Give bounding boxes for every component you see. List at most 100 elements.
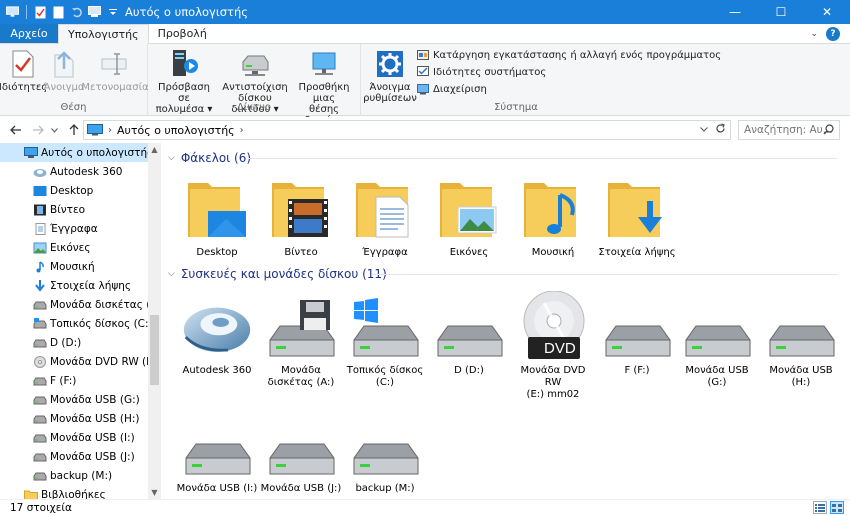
customize-qat-icon[interactable] — [106, 6, 119, 19]
chevron-down-icon[interactable]: ⌵ — [168, 153, 175, 163]
scroll-down-arrow[interactable]: ▼ — [148, 486, 161, 499]
sidebar-item-usb-h[interactable]: Μονάδα USB (H:) — [0, 409, 148, 428]
manage-button[interactable]: Διαχείριση — [417, 83, 487, 95]
sidebar-item-this-pc[interactable]: Αυτός ο υπολογιστής — [0, 143, 148, 162]
folder-documents[interactable]: Έγγραφα — [344, 173, 426, 259]
folder-videos[interactable]: Βίντεο — [260, 173, 342, 259]
refresh-icon — [716, 123, 725, 133]
folder-desktop[interactable]: Desktop — [176, 173, 258, 259]
undo-qat-icon[interactable] — [70, 6, 83, 19]
rename-button[interactable]: Μετονομασία — [81, 48, 149, 93]
device-usb-j[interactable]: Μονάδα USB (J:) — [260, 409, 342, 495]
sidebar-item-floppy[interactable]: Μονάδα δισκέτας (A:) — [0, 295, 148, 314]
drive-icon — [766, 291, 836, 363]
tab-computer[interactable]: Υπολογιστής — [58, 24, 149, 44]
recent-locations-button[interactable] — [48, 120, 60, 140]
device-usb-i[interactable]: Μονάδα USB (I:) — [176, 409, 258, 495]
maximize-button[interactable]: ☐ — [758, 0, 804, 24]
picture-icon — [33, 242, 47, 253]
minimize-button[interactable]: — — [712, 0, 758, 24]
device-local-disk-c[interactable]: Τοπικός δίσκος (C:) — [344, 291, 426, 389]
new-folder-qat-icon[interactable] — [52, 6, 65, 19]
windows-drive-icon — [33, 317, 47, 328]
window-icon[interactable] — [6, 6, 19, 19]
device-floppy-a[interactable]: Μονάδα δισκέτας (A:) — [260, 291, 342, 389]
group-header-devices[interactable]: ⌵ Συσκευές και μονάδες δίσκου (11) — [168, 264, 387, 284]
breadcrumb-separator-tail[interactable]: › — [240, 125, 244, 136]
downloads-folder-icon — [602, 173, 672, 245]
add-network-location-button[interactable]: Προσθήκη μιας θέσης δικτύου — [290, 48, 358, 126]
sidebar-item-libraries[interactable]: Βιβλιοθήκες — [0, 485, 148, 499]
sidebar-item-pictures[interactable]: Εικόνες — [0, 238, 148, 257]
quick-access-toolbar — [0, 5, 119, 19]
device-drive-f[interactable]: F (F:) — [596, 291, 678, 377]
videos-folder-icon — [266, 173, 336, 245]
device-usb-h[interactable]: Μονάδα USB (H:) — [760, 291, 842, 389]
sidebar-scroll-thumb[interactable] — [150, 315, 159, 385]
sidebar-item-desktop[interactable]: Desktop — [0, 181, 148, 200]
tab-file[interactable]: Αρχείο — [0, 24, 58, 43]
back-button[interactable] — [6, 120, 26, 140]
sidebar-item-usb-g[interactable]: Μονάδα USB (G:) — [0, 390, 148, 409]
sidebar-item-drive-f[interactable]: F (F:) — [0, 371, 148, 390]
sidebar-item-dvd-e[interactable]: Μονάδα DVD RW (E:) mm02 — [0, 352, 148, 371]
refresh-button[interactable] — [715, 123, 726, 137]
system-properties-button[interactable]: Ιδιότητες συστήματος — [417, 66, 546, 78]
sidebar-item-music[interactable]: Μουσική — [0, 257, 148, 276]
device-drive-d[interactable]: D (D:) — [428, 291, 510, 377]
folder-downloads[interactable]: Στοιχεία λήψης — [596, 173, 678, 259]
pictures-folder-icon — [434, 173, 504, 245]
rename-icon — [99, 48, 131, 80]
address-bar[interactable]: › Αυτός ο υπολογιστής › — [83, 120, 731, 140]
sidebar-item-usb-j[interactable]: Μονάδα USB (J:) — [0, 447, 148, 466]
sidebar-item-documents[interactable]: Έγγραφα — [0, 219, 148, 238]
drive-icon — [434, 291, 504, 363]
drive-icon — [266, 409, 336, 481]
gear-icon — [374, 48, 406, 80]
sidebar-item-usb-i[interactable]: Μονάδα USB (I:) — [0, 428, 148, 447]
group-header-folders[interactable]: ⌵ Φάκελοι (6) — [168, 148, 251, 168]
properties-button[interactable]: Ιδιότητες — [0, 48, 47, 93]
help-button[interactable]: ? — [826, 26, 840, 41]
breadcrumb-this-pc[interactable]: Αυτός ο υπολογιστής — [117, 124, 235, 137]
tab-view[interactable]: Προβολή — [149, 24, 216, 43]
forward-button[interactable] — [28, 120, 48, 140]
search-input[interactable]: Αναζήτηση: Αυ... — [738, 120, 840, 140]
up-button[interactable] — [64, 120, 84, 140]
rename-qat-icon[interactable] — [88, 6, 101, 19]
sidebar-item-downloads[interactable]: Στοιχεία λήψης — [0, 276, 148, 295]
ribbon-expand-icon[interactable]: ⌄ — [810, 29, 818, 39]
folder-music[interactable]: Μουσική — [512, 173, 594, 259]
forward-arrow-icon — [33, 125, 44, 135]
drive-icon — [33, 377, 47, 385]
sidebar-item-videos[interactable]: Βίντεο — [0, 200, 148, 219]
device-usb-g[interactable]: Μονάδα USB (G:) — [676, 291, 758, 389]
breadcrumb-separator[interactable]: › — [108, 125, 112, 136]
sidebar-item-drive-d[interactable]: D (D:) — [0, 333, 148, 352]
drive-icon — [182, 409, 252, 481]
ribbon-group-system: Άνοιγμα ρυθμίσεων Κατάργηση εγκατάστασης… — [361, 44, 721, 116]
sidebar-scrollbar[interactable]: ▲ ▼ — [148, 143, 161, 499]
address-history-dropdown[interactable] — [700, 125, 708, 135]
open-settings-button[interactable]: Άνοιγμα ρυθμίσεων — [363, 48, 417, 104]
search-icon — [823, 124, 834, 135]
close-button[interactable]: ✕ — [804, 0, 850, 24]
uninstall-program-button[interactable]: Κατάργηση εγκατάστασης ή αλλαγή ενός προ… — [417, 49, 721, 61]
sidebar-item-backup-m[interactable]: backup (M:) — [0, 466, 148, 485]
device-autodesk-360[interactable]: Autodesk 360 — [176, 291, 258, 377]
ribbon-tabs: Αρχείο Υπολογιστής Προβολή ⌄ ? — [0, 24, 850, 44]
scroll-up-arrow[interactable]: ▲ — [148, 143, 161, 156]
properties-qat-icon[interactable] — [34, 6, 47, 19]
drive-icon — [682, 291, 752, 363]
sidebar-item-autodesk-360[interactable]: Autodesk 360 — [0, 162, 148, 181]
folder-pictures[interactable]: Εικόνες — [428, 173, 510, 259]
chevron-down-icon[interactable]: ⌵ — [168, 269, 175, 279]
large-icons-view-button[interactable] — [830, 501, 844, 514]
back-arrow-icon — [10, 125, 21, 135]
device-backup-m[interactable]: backup (M:) — [344, 409, 426, 495]
details-view-button[interactable] — [813, 501, 827, 514]
sidebar-item-local-disk-c[interactable]: Τοπικός δίσκος (C:) — [0, 314, 148, 333]
open-button[interactable]: Άνοιγμα — [44, 48, 84, 93]
open-icon — [48, 48, 80, 80]
device-dvd-e[interactable]: DVD Μονάδα DVD RW (E:) mm02 — [512, 291, 594, 401]
